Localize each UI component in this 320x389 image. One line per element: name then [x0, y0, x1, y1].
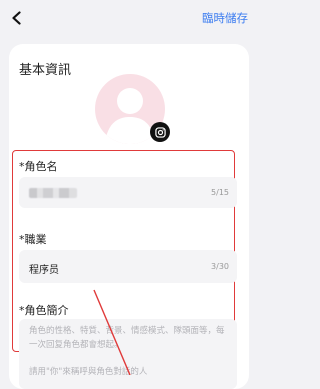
back-button[interactable]: [8, 9, 26, 27]
instagram-button[interactable]: [150, 122, 170, 142]
intro-placeholder: 角色的性格、特質、背景、情感模式、隊頭面等，每一次回复角色都會想起。: [29, 326, 225, 350]
intro-label: *角色簡介: [19, 304, 69, 317]
role-name-counter: 5/15: [211, 188, 229, 197]
temp-save-button[interactable]: 臨時儲存: [202, 10, 248, 26]
occupation-counter: 3/30: [211, 262, 229, 271]
intro-textarea[interactable]: 角色的性格、特質、背景、情感模式、隊頭面等，每一次回复角色都會想起。 請用"你"…: [19, 319, 237, 389]
avatar-area: [95, 74, 170, 144]
occupation-field[interactable]: 程序员 3/30: [19, 250, 237, 283]
role-name-label: *角色名: [19, 160, 58, 173]
role-name-field[interactable]: 5/15: [19, 177, 237, 208]
top-bar: 臨時儲存: [0, 0, 254, 38]
occupation-label: *職業: [19, 233, 47, 246]
occupation-value: 程序员: [29, 265, 59, 276]
intro-hint: 請用"你"來稱呼與角色對話的人: [29, 367, 148, 377]
basic-info-card: 基本資訊 *角色名 5/15 *職業 程序员 3/30 *角色簡介 角色的性格、…: [9, 44, 249, 389]
section-title: 基本資訊: [19, 63, 72, 78]
back-chevron-icon: [12, 11, 21, 25]
role-name-value-blurred: [29, 188, 77, 198]
instagram-icon: [154, 126, 166, 138]
